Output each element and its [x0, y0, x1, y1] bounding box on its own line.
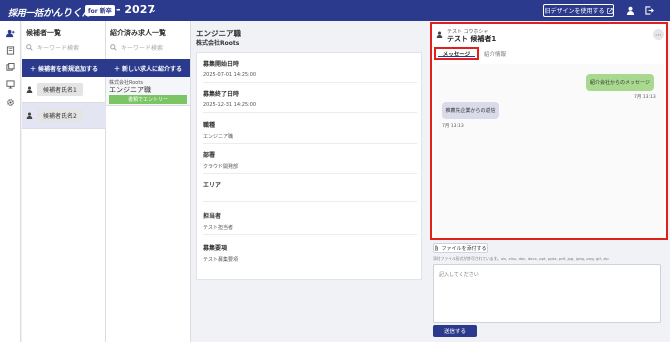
field-area: エリア: [203, 180, 417, 202]
field-label: エリア: [203, 182, 222, 189]
field-label: 募集終了日時: [203, 91, 240, 98]
message-panel: テスト コウホシャ テスト 候補者1 ⋯ メッセージ 紹介情報 紹介会社からのメ…: [430, 22, 668, 240]
user-icon: [436, 31, 443, 38]
list-item[interactable]: 候補者氏名1: [22, 77, 106, 103]
message-header: テスト コウホシャ テスト 候補者1 ⋯: [432, 24, 666, 44]
field-contact-person: 担当者 テスト担当者: [203, 211, 417, 235]
documents-icon[interactable]: [4, 61, 16, 73]
left-rail: [0, 21, 21, 342]
field-value: テスト募集要項: [203, 257, 239, 263]
field-label: 募集要項: [203, 245, 228, 252]
add-new-candidate-label: ＋ 候補者を新規追加する: [29, 65, 99, 73]
search-icon: [26, 43, 33, 51]
field-department: 部署 クラウド開発部: [203, 150, 417, 174]
message-input[interactable]: 記入してください: [433, 264, 661, 323]
candidate-list-title: 候補者一覧: [26, 29, 61, 37]
send-button[interactable]: 送信する: [433, 325, 477, 337]
field-requirements: 募集要項 テスト募集要項: [203, 243, 417, 267]
candidate-name-title: テスト 候補者1: [447, 35, 497, 43]
field-value: クラウド開発部: [203, 164, 239, 170]
book-icon[interactable]: [4, 44, 16, 56]
detail-card: 募集開始日時 2025-07-01 14:25:00 募集終了日時 2025-1…: [196, 52, 422, 280]
old-design-button[interactable]: 旧デザインを使用する: [543, 4, 614, 17]
external-link-icon: [606, 7, 613, 14]
message-placeholder: 記入してください: [439, 272, 479, 278]
field-label: 職種: [203, 122, 216, 129]
outgoing-time: 7月 13:13: [634, 95, 656, 100]
refer-new-job-label: ＋ 新しい求人に紹介する: [113, 65, 183, 73]
more-options-icon[interactable]: ⋯: [653, 29, 664, 40]
jobs-search-bar[interactable]: キーワード検索: [106, 38, 190, 56]
candidate-search-text: キーワード検索: [37, 44, 80, 52]
field-start-date: 募集開始日時 2025-07-01 14:25:00: [203, 59, 417, 83]
tab-referral-info[interactable]: 紹介情報: [482, 47, 508, 60]
job-card[interactable]: 株式会社Roots エンジニア職 書類でエントリー: [106, 77, 190, 106]
logout-icon[interactable]: [643, 4, 655, 16]
logo-badge: for 新卒: [85, 5, 115, 16]
chevron-down-icon[interactable]: ⌄: [150, 5, 157, 14]
field-label: 募集開始日時: [203, 61, 240, 68]
add-new-candidate-button[interactable]: ＋ 候補者を新規追加する: [22, 59, 106, 77]
list-item-selected[interactable]: 候補者氏名2: [22, 103, 106, 129]
gear-icon[interactable]: [4, 96, 16, 108]
tab-message[interactable]: メッセージ: [434, 47, 479, 60]
incoming-message: 推薦先企業からの返信: [442, 102, 499, 119]
field-value: エンジニア職: [203, 134, 234, 140]
incoming-time: 7月 13:13: [442, 124, 464, 129]
refer-new-job-button[interactable]: ＋ 新しい求人に紹介する: [106, 59, 190, 77]
message-thread: 紹介会社からのメッセージ 7月 13:13 推薦先企業からの返信 7月 13:1…: [434, 64, 664, 238]
detail-company: 株式会社Roots: [196, 40, 240, 47]
monitor-icon[interactable]: [4, 78, 16, 90]
field-value: テスト担当者: [203, 225, 234, 231]
user-icon[interactable]: [624, 4, 636, 16]
paperclip-icon: [435, 245, 439, 251]
attach-file-button[interactable]: ファイルを添付する: [433, 243, 488, 253]
app-header: 採用一括かんりくん for 新卒 - 2027 ⌄ 旧デザインを使用する: [0, 0, 670, 21]
field-label: 担当者: [203, 213, 222, 220]
candidate-search-bar[interactable]: キーワード検索: [22, 38, 106, 56]
field-label: 部署: [203, 152, 216, 159]
logo-main: 採用一括: [8, 9, 43, 19]
user-icon: [26, 86, 33, 93]
candidates-icon[interactable]: [4, 27, 16, 39]
field-value: 2025-07-01 14:25:00: [203, 72, 257, 78]
candidate-name: 候補者氏名1: [37, 83, 83, 96]
job-detail-panel: エンジニア職 株式会社Roots 募集開始日時 2025-07-01 14:25…: [191, 21, 428, 342]
field-job-type: 職種 エンジニア職: [203, 120, 417, 144]
job-title: エンジニア職: [109, 86, 151, 94]
candidate-name: 候補者氏名2: [37, 109, 83, 122]
jobs-list-title: 紹介済み求人一覧: [110, 29, 166, 37]
attach-file-label: ファイルを添付する: [441, 245, 487, 252]
user-icon: [26, 112, 33, 119]
status-badge: 書類でエントリー: [109, 95, 187, 104]
attach-note: 添付ファイル形式が許可されています。xls, xlsx, doc, docx, …: [433, 256, 609, 261]
field-end-date: 募集終了日時 2025-12-31 14:25:00: [203, 89, 417, 113]
jobs-search-text: キーワード検索: [121, 44, 164, 52]
old-design-label: 旧デザインを使用する: [544, 8, 605, 15]
app-logo[interactable]: 採用一括かんりくん: [8, 4, 92, 19]
field-value: 2025-12-31 14:25:00: [203, 102, 257, 108]
outgoing-message: 紹介会社からのメッセージ: [586, 74, 654, 91]
search-icon: [110, 43, 117, 51]
